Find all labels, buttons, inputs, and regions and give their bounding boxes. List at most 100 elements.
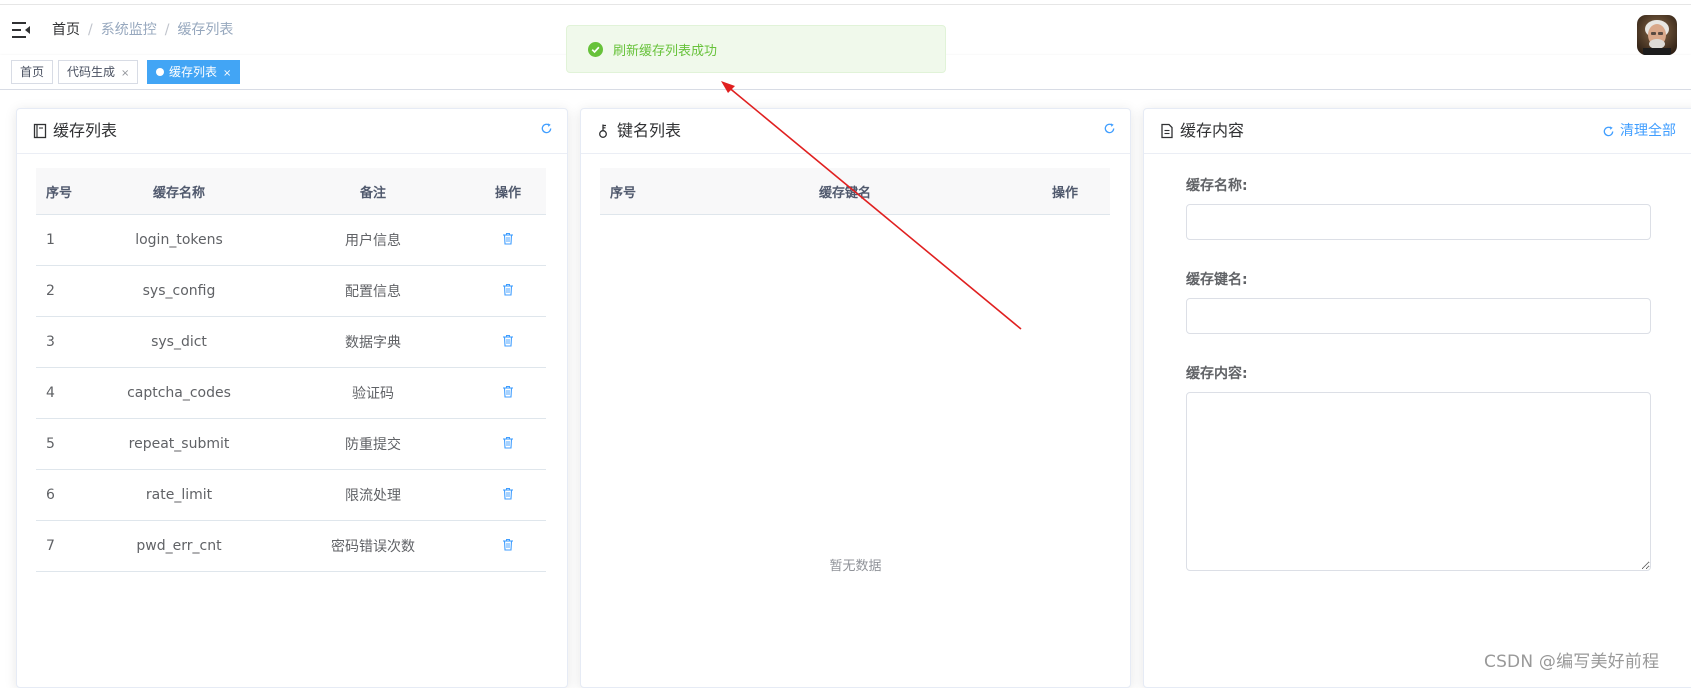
- cache-name-cell: sys_config: [82, 265, 276, 317]
- column-header: 操作: [470, 168, 546, 215]
- table-row[interactable]: 6 rate_limit 限流处理: [36, 469, 546, 521]
- breadcrumb-cache-list: 缓存列表: [177, 22, 234, 38]
- cache-content-title: 缓存内容: [1180, 121, 1245, 140]
- card-title: 键名列表: [597, 121, 681, 141]
- watermark: CSDN @编写美好前程: [1484, 652, 1660, 672]
- tag-home[interactable]: 首页: [11, 60, 54, 84]
- action-cell: [470, 418, 546, 470]
- row-index: 1: [36, 214, 82, 266]
- key-icon: [599, 124, 607, 138]
- action-cell: [470, 265, 546, 317]
- refresh-cache-list-button[interactable]: [540, 122, 553, 135]
- active-dot-icon: [156, 68, 164, 76]
- cache-name-input[interactable]: [1186, 204, 1651, 240]
- action-cell: [470, 367, 546, 419]
- remark-cell: 密码错误次数: [276, 520, 470, 572]
- breadcrumb-separator: /: [88, 22, 93, 38]
- hamburger-menu-icon[interactable]: [11, 21, 31, 39]
- column-header: 缓存名称: [82, 168, 276, 215]
- cache-table: 序号 缓存名称 备注 操作 1 login_tokens 用户信息 2 sys_conf…: [36, 168, 546, 572]
- table-header-row: 序号 缓存名称 备注 操作: [36, 168, 546, 215]
- row-index: 7: [36, 520, 82, 572]
- remark-cell: 验证码: [276, 367, 470, 419]
- tag-label: 首页: [20, 65, 45, 79]
- table-row[interactable]: 4 captcha_codes 验证码: [36, 367, 546, 419]
- cache-name-cell: pwd_err_cnt: [82, 520, 276, 572]
- refresh-icon: [1603, 125, 1614, 136]
- column-header: 序号: [36, 168, 82, 215]
- breadcrumb: 首页 / 系统监控 / 缓存列表: [52, 20, 233, 40]
- cache-value-label: 缓存内容:: [1186, 366, 1248, 382]
- refresh-key-list-button[interactable]: [1103, 122, 1116, 135]
- table-header-row: 序号 缓存键名 操作: [600, 168, 1110, 215]
- row-index: 4: [36, 367, 82, 419]
- delete-icon[interactable]: [502, 487, 514, 504]
- breadcrumb-system-monitor: 系统监控: [100, 22, 157, 38]
- tag-label: 代码生成: [67, 65, 116, 79]
- cache-name-cell: repeat_submit: [82, 418, 276, 470]
- card-header: 键名列表: [581, 109, 1130, 154]
- tag-cache-list[interactable]: 缓存列表 ×: [147, 60, 241, 84]
- table-row[interactable]: 7 pwd_err_cnt 密码错误次数: [36, 520, 546, 572]
- cache-key-input[interactable]: [1186, 298, 1651, 334]
- delete-icon[interactable]: [502, 436, 514, 453]
- remark-cell: 防重提交: [276, 418, 470, 470]
- delete-icon[interactable]: [502, 283, 514, 300]
- card-title: 缓存内容: [1160, 121, 1244, 141]
- key-table: 序号 缓存键名 操作: [600, 168, 1110, 215]
- notebook-icon: [33, 123, 47, 139]
- cache-list-card: 缓存列表 序号 缓存名称 备注 操作 1 login_tokens 用户信息 2 sys…: [16, 108, 568, 688]
- refresh-icon: [1104, 123, 1115, 134]
- cache-value-textarea[interactable]: [1186, 392, 1651, 571]
- cache-name-cell: captcha_codes: [82, 367, 276, 419]
- row-index: 3: [36, 316, 82, 368]
- cache-name-cell: rate_limit: [82, 469, 276, 521]
- tag-label: 缓存列表: [169, 65, 218, 79]
- document-icon: [1161, 123, 1173, 139]
- success-toast: 刷新缓存列表成功: [566, 25, 946, 73]
- refresh-icon: [541, 123, 552, 134]
- delete-icon[interactable]: [502, 538, 514, 555]
- cache-content-card: 缓存内容 清理全部 缓存名称: 缓存键名: 缓存内容:: [1143, 108, 1691, 688]
- cache-key-label: 缓存键名:: [1186, 272, 1248, 288]
- action-cell: [470, 469, 546, 521]
- table-row[interactable]: 5 repeat_submit 防重提交: [36, 418, 546, 470]
- tag-code-generation[interactable]: 代码生成 ×: [58, 60, 139, 84]
- card-header: 缓存内容 清理全部: [1144, 109, 1691, 154]
- cache-name-cell: login_tokens: [82, 214, 276, 266]
- close-icon[interactable]: ×: [223, 68, 231, 79]
- key-list-card: 键名列表 序号 缓存键名 操作 暂无数据: [580, 108, 1131, 688]
- column-header: 缓存键名: [670, 168, 1020, 215]
- toast-message: 刷新缓存列表成功: [613, 43, 718, 59]
- remark-cell: 限流处理: [276, 469, 470, 521]
- action-cell: [470, 316, 546, 368]
- check-circle-icon: [588, 41, 603, 57]
- breadcrumb-separator: /: [164, 22, 170, 38]
- empty-state-text: 暂无数据: [829, 559, 882, 574]
- remark-cell: 数据字典: [276, 316, 470, 368]
- card-header: 缓存列表: [17, 109, 567, 154]
- table-row[interactable]: 1 login_tokens 用户信息: [36, 214, 546, 266]
- card-title: 缓存列表: [33, 121, 117, 141]
- table-row[interactable]: 2 sys_config 配置信息: [36, 265, 546, 317]
- avatar-portrait-icon: [1637, 15, 1677, 55]
- cache-name-cell: sys_dict: [82, 316, 276, 368]
- clear-all-button[interactable]: 清理全部: [1602, 122, 1676, 140]
- cache-name-label: 缓存名称:: [1186, 178, 1248, 194]
- user-avatar[interactable]: [1637, 15, 1677, 55]
- table-row[interactable]: 3 sys_dict 数据字典: [36, 316, 546, 368]
- remark-cell: 用户信息: [276, 214, 470, 266]
- breadcrumb-home[interactable]: 首页: [52, 20, 80, 40]
- row-index: 5: [36, 418, 82, 470]
- delete-icon[interactable]: [502, 232, 514, 249]
- action-cell: [470, 520, 546, 572]
- row-index: 2: [36, 265, 82, 317]
- delete-icon[interactable]: [502, 385, 514, 402]
- column-header: 序号: [600, 168, 670, 215]
- action-cell: [470, 214, 546, 266]
- delete-icon[interactable]: [502, 334, 514, 351]
- clear-all-label: 清理全部: [1620, 123, 1676, 139]
- cache-list-title: 缓存列表: [53, 121, 118, 140]
- column-header: 操作: [1020, 168, 1110, 215]
- close-icon[interactable]: ×: [121, 68, 129, 79]
